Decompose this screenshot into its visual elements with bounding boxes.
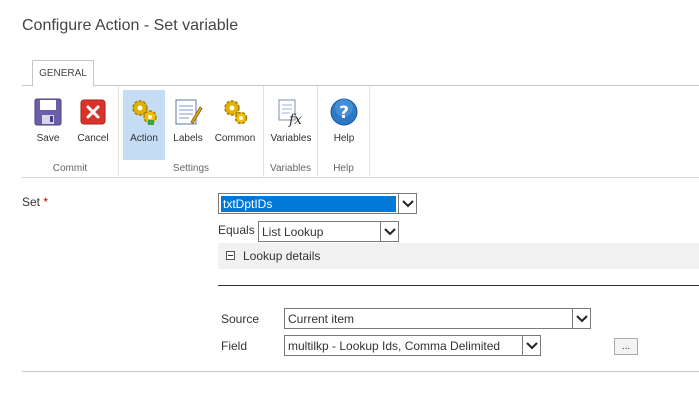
floppy-disk-icon — [32, 96, 64, 128]
footer-divider — [22, 371, 699, 372]
chevron-down-icon[interactable] — [398, 194, 416, 213]
lookup-details-header[interactable]: Lookup details — [218, 243, 699, 269]
gears-icon — [219, 96, 251, 128]
svg-text:fx: fx — [288, 112, 302, 127]
red-x-icon — [77, 96, 109, 128]
ribbon-tabbar: GENERAL — [22, 56, 699, 87]
question-mark-icon: ? — [328, 96, 360, 128]
chevron-down-icon[interactable] — [380, 222, 398, 241]
variables-button[interactable]: fx Variables — [267, 90, 315, 160]
dialog-title: Configure Action - Set variable — [22, 17, 239, 34]
ribbon-group-commit: Save Cancel Commit — [22, 86, 119, 178]
save-label: Save — [36, 133, 60, 144]
field-select[interactable]: multilkp - Lookup Ids, Comma Delimited — [284, 335, 541, 356]
help-button[interactable]: ? Help — [326, 90, 362, 160]
gears-icon — [128, 96, 160, 128]
chevron-down-icon[interactable] — [572, 309, 590, 328]
help-label: Help — [333, 133, 355, 144]
source-label: Source — [221, 312, 260, 326]
save-button[interactable]: Save — [30, 90, 66, 160]
equals-select[interactable]: List Lookup — [258, 221, 399, 242]
group-label-settings: Settings — [172, 163, 210, 174]
labels-label: Labels — [173, 133, 203, 144]
common-button[interactable]: Common — [211, 90, 259, 160]
source-select[interactable]: Current item — [284, 308, 591, 329]
equals-value: List Lookup — [262, 225, 324, 239]
ribbon-group-settings: Action Labels Common Settings — [119, 86, 264, 178]
group-label-variables: Variables — [270, 163, 311, 174]
required-marker: * — [43, 195, 49, 209]
set-variable-select[interactable]: txtDptIDs — [218, 193, 417, 214]
equals-label: Equals — [218, 223, 255, 237]
divider — [218, 285, 699, 286]
common-label: Common — [214, 133, 256, 144]
notepad-pencil-icon — [172, 96, 204, 128]
action-button[interactable]: Action — [123, 90, 165, 160]
group-label-help: Help — [333, 163, 354, 174]
formula-fx-icon: fx — [275, 96, 307, 128]
set-variable-value: txtDptIDs — [220, 195, 397, 213]
ribbon-group-variables: fx Variables Variables — [264, 86, 318, 178]
source-value: Current item — [288, 312, 355, 326]
browse-button[interactable]: ... — [614, 338, 638, 355]
group-label-commit: Commit — [52, 163, 88, 174]
set-label: Set * — [22, 195, 49, 209]
svg-text:?: ? — [339, 103, 349, 123]
chevron-down-icon[interactable] — [522, 336, 540, 355]
field-value: multilkp - Lookup Ids, Comma Delimited — [288, 339, 501, 353]
collapse-icon[interactable] — [226, 251, 235, 260]
cancel-label: Cancel — [77, 133, 109, 144]
labels-button[interactable]: Labels — [169, 90, 207, 160]
tab-general[interactable]: GENERAL — [32, 60, 94, 87]
field-label: Field — [221, 339, 248, 353]
lookup-details-title: Lookup details — [243, 249, 321, 263]
ribbon: Save Cancel Commit Action Labels Common … — [22, 86, 699, 178]
variables-label: Variables — [270, 133, 312, 144]
ribbon-group-help: ? Help Help — [318, 86, 370, 178]
cancel-button[interactable]: Cancel — [72, 90, 114, 160]
action-label: Action — [130, 133, 158, 144]
